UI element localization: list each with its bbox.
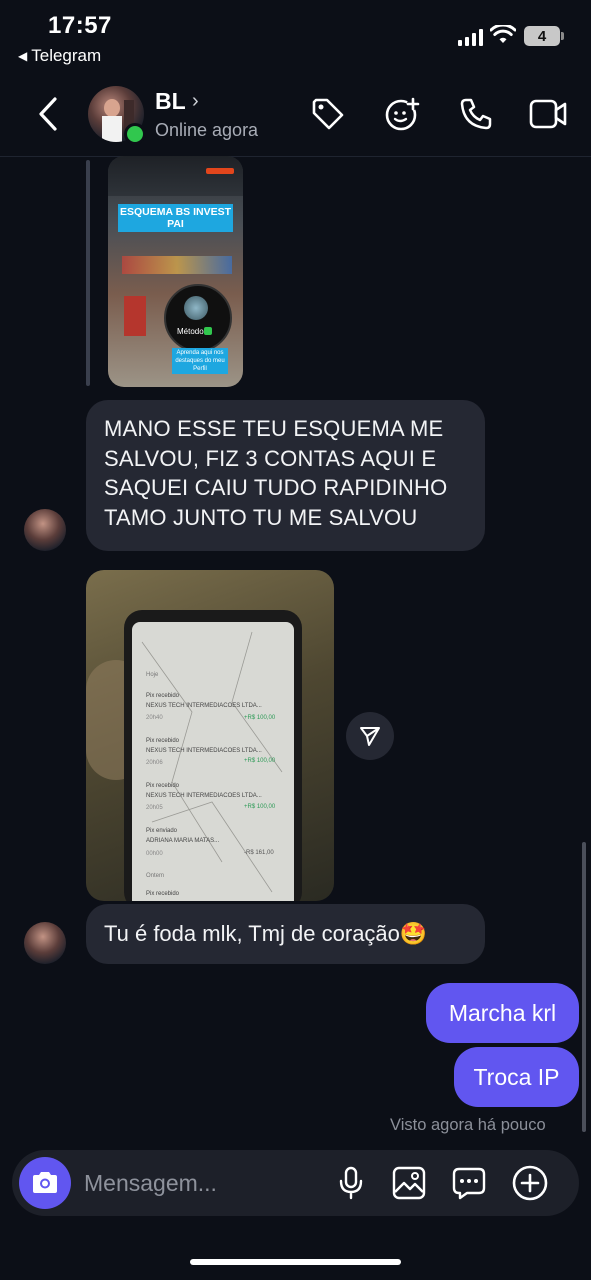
contact-status: Online agora: [155, 120, 259, 140]
sender-avatar[interactable]: [24, 509, 66, 551]
microphone-icon[interactable]: [331, 1163, 371, 1203]
incoming-message[interactable]: Tu é foda mlk, Tmj de coração🤩: [86, 904, 485, 964]
status-time: 17:57: [48, 12, 112, 39]
message-line: TAMO JUNTO TU ME SALVOU: [104, 504, 418, 530]
section-ontem: Ontem: [146, 873, 165, 879]
message-text: Tu é foda mlk, Tmj de coração🤩: [104, 921, 428, 946]
signal-icon: [458, 28, 483, 46]
pix-name: ADRIANA MARIA MATAS...: [146, 838, 220, 844]
message-line: SAQUEI CAIU TUDO RAPIDINHO: [104, 475, 448, 500]
back-to-app-link[interactable]: ◀ Telegram: [18, 46, 101, 66]
wifi-icon: [489, 23, 517, 50]
check-icon: [204, 327, 212, 335]
pix-type: Pix recebido: [146, 891, 180, 897]
message-text: Marcha krl: [448, 999, 557, 1026]
pix-name: NEXUS TECH INTERMEDIACOES LTDA...: [146, 793, 262, 799]
battery-tip: [561, 32, 564, 40]
sender-avatar[interactable]: [24, 922, 66, 964]
message-input[interactable]: [84, 1166, 314, 1200]
online-indicator: [124, 123, 146, 145]
pix-type: Pix recebido: [146, 693, 180, 699]
share-button[interactable]: [346, 712, 394, 760]
story-aprenda-label: Aprenda aqui nos destaques do meu Perfil: [172, 348, 228, 374]
pix-name: NEXUS TECH INTERMEDIACOES LTDA...: [146, 703, 262, 709]
pix-time: 00h00: [146, 851, 163, 857]
add-icon[interactable]: [510, 1163, 550, 1203]
home-indicator[interactable]: [190, 1259, 401, 1265]
battery-icon: 4: [524, 26, 560, 46]
pix-value: +R$ 100,00: [244, 804, 276, 810]
pix-type: Pix recebido: [146, 738, 180, 744]
camera-icon: [33, 1172, 57, 1193]
outgoing-message[interactable]: Troca IP: [454, 1047, 579, 1107]
scrollbar[interactable]: [582, 842, 586, 1132]
photo-message[interactable]: Hoje Pix recebido NEXUS TECH INTERMEDIAC…: [86, 570, 334, 901]
sticker-chat-icon[interactable]: [449, 1163, 489, 1203]
pix-value: +R$ 100,00: [244, 715, 276, 721]
gallery-icon[interactable]: [389, 1163, 429, 1203]
back-chevron-icon[interactable]: [36, 96, 60, 137]
video-icon[interactable]: [528, 94, 568, 134]
story-preview[interactable]: ESQUEMA BS INVEST PAI Método Aprenda aqu…: [108, 156, 243, 387]
sticker-icon[interactable]: [382, 94, 422, 134]
pix-time: 20h06: [146, 760, 163, 766]
seen-status: Visto agora há pouco: [390, 1116, 546, 1134]
section-hoje: Hoje: [146, 672, 159, 678]
phone-icon[interactable]: [456, 94, 496, 134]
pix-type: Pix enviado: [146, 828, 178, 834]
message-line: SALVOU, FIZ 3 CONTAS AQUI E: [104, 445, 437, 471]
back-triangle-icon: ◀: [18, 49, 28, 63]
incoming-message[interactable]: MANO ESSE TEU ESQUEMA ME SALVOU, FIZ 3 C…: [86, 400, 485, 551]
send-icon: [360, 727, 380, 746]
pix-type: Pix recebido: [146, 783, 180, 789]
pix-time: 20h05: [146, 805, 163, 811]
pix-value: +R$ 100,00: [244, 758, 276, 764]
pix-name: NEXUS TECH INTERMEDIACOES LTDA...: [146, 748, 262, 754]
story-metodo-label: Método: [177, 327, 204, 336]
back-app-label: Telegram: [31, 46, 102, 65]
pix-time: 20h40: [146, 715, 163, 721]
camera-button[interactable]: [19, 1157, 71, 1209]
story-title: ESQUEMA BS INVEST PAI: [118, 204, 233, 232]
chevron-right-icon[interactable]: ›: [192, 90, 199, 113]
outgoing-message[interactable]: Marcha krl: [426, 983, 579, 1043]
story-reply-bar: [86, 160, 90, 386]
message-text: Troca IP: [473, 1063, 560, 1090]
header-divider: [0, 156, 591, 157]
message-line: MANO ESSE TEU ESQUEMA ME: [104, 416, 444, 441]
story-avatar: [184, 296, 208, 320]
tag-icon[interactable]: [308, 94, 348, 134]
contact-name[interactable]: BL: [155, 88, 186, 115]
pix-value: -R$ 161,00: [244, 850, 274, 856]
